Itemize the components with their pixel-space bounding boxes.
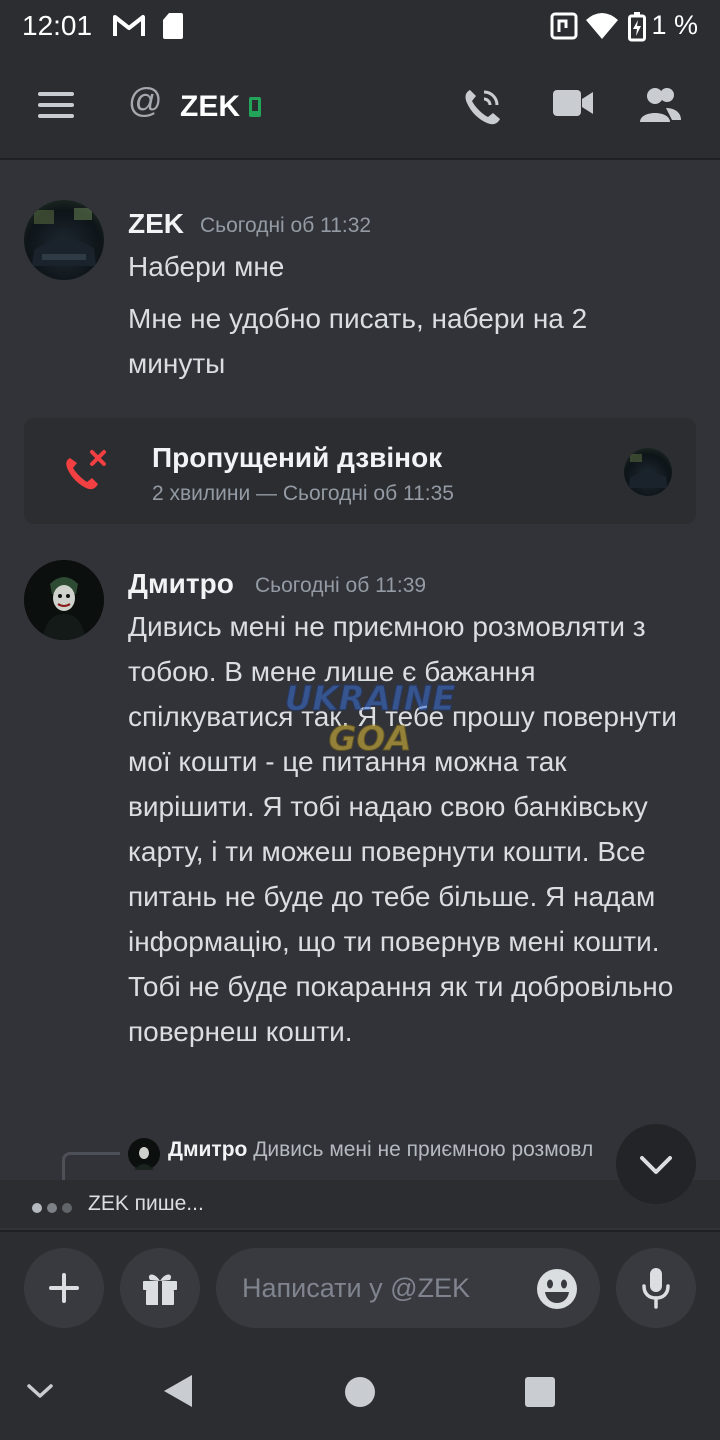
- nfc-icon: [550, 12, 578, 40]
- reply-author: Дмитро: [168, 1138, 248, 1161]
- missed-call-title: Пропущений дзвінок: [152, 442, 443, 473]
- sd-card-icon: [163, 13, 183, 39]
- svg-text:UKRAINE: UKRAINE: [285, 679, 456, 719]
- status-bar: 12:01 1 %: [0, 0, 720, 52]
- avatar[interactable]: [24, 560, 104, 640]
- voice-message-button[interactable]: [616, 1248, 696, 1328]
- avatar[interactable]: [24, 200, 104, 280]
- members-icon[interactable]: [638, 86, 682, 124]
- emoji-icon[interactable]: [536, 1268, 578, 1310]
- message-input-container: [216, 1248, 600, 1328]
- message-timestamp: Сьогодні об 11:32: [200, 214, 372, 237]
- menu-icon[interactable]: [38, 92, 74, 118]
- recents-icon[interactable]: [524, 1376, 556, 1408]
- caller-avatar: [624, 448, 672, 496]
- battery-percent: 1 %: [651, 10, 698, 40]
- channel-title[interactable]: ZEK: [180, 90, 240, 124]
- reply-text: Дивись мені не приємною розмовл: [253, 1138, 594, 1161]
- system-navigation-bar: [0, 1346, 720, 1440]
- reply-connector: [62, 1152, 120, 1182]
- gift-button[interactable]: [120, 1248, 200, 1328]
- add-attachment-button[interactable]: [24, 1248, 104, 1328]
- missed-call-card[interactable]: Пропущений дзвінок 2 хвилини — Сьогодні …: [24, 418, 696, 524]
- reply-preview[interactable]: Дмитро Дивись мені не приємною розмовл: [128, 1138, 628, 1172]
- channel-header: @ ZEK: [0, 52, 720, 160]
- gmail-icon: [113, 15, 145, 36]
- chevron-down-icon: [640, 1156, 672, 1174]
- message-composer: [0, 1230, 720, 1346]
- battery-charging-icon: [628, 12, 646, 42]
- message-author[interactable]: ZEK: [128, 208, 184, 240]
- plus-icon: [49, 1273, 79, 1303]
- missed-call-subtitle: 2 хвилини — Сьогодні об 11:35: [152, 482, 454, 505]
- hide-keyboard-icon[interactable]: [26, 1382, 54, 1400]
- typing-dots-icon: [32, 1200, 77, 1218]
- message-text: Мне не удобно писать, набери на 2 минуты: [128, 303, 588, 379]
- typing-text: ZEK пише...: [88, 1192, 204, 1215]
- watermark-logo: UKRAINE GOA: [284, 679, 456, 760]
- wifi-icon: [586, 13, 618, 39]
- message-author[interactable]: Дмитро: [128, 568, 234, 600]
- scroll-to-bottom-button[interactable]: [616, 1124, 696, 1204]
- message-input[interactable]: [242, 1266, 532, 1310]
- message-text: Набери мне: [128, 251, 285, 282]
- gift-icon: [143, 1274, 177, 1305]
- voice-call-icon[interactable]: [462, 86, 504, 126]
- svg-text:GOA: GOA: [328, 719, 411, 759]
- typing-indicator: ZEK пише...: [0, 1180, 720, 1228]
- microphone-icon: [642, 1268, 670, 1309]
- missed-call-icon: [66, 450, 106, 490]
- at-icon: @: [128, 82, 163, 120]
- mobile-online-icon: [249, 97, 261, 117]
- video-call-icon[interactable]: [552, 86, 594, 120]
- back-icon[interactable]: [162, 1374, 194, 1408]
- status-time: 12:01: [22, 10, 93, 41]
- reply-avatar: [128, 1138, 160, 1170]
- message-timestamp: Сьогодні об 11:39: [255, 574, 427, 597]
- home-icon[interactable]: [344, 1376, 376, 1408]
